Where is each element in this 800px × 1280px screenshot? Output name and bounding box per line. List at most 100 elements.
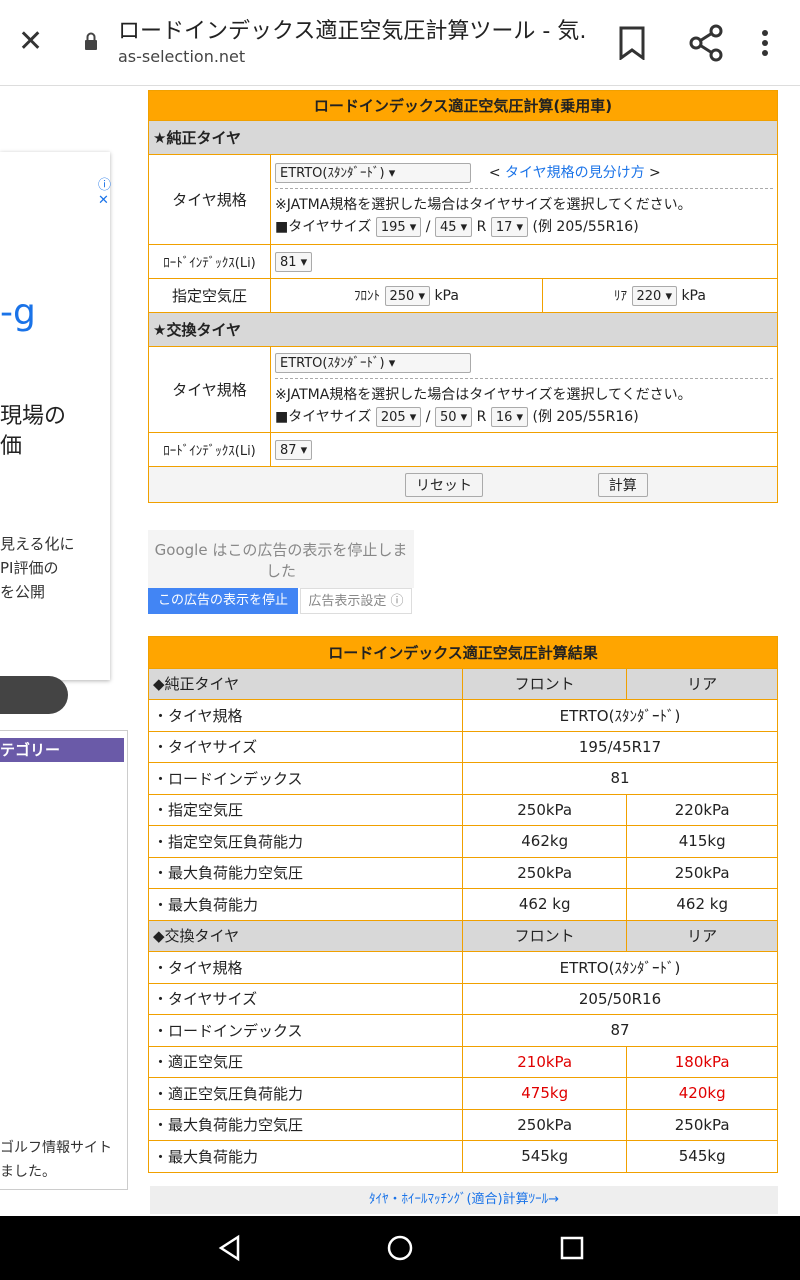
stock-tire-spec-label: タイヤ規格 [148, 154, 271, 245]
sidebar-category-box [0, 730, 128, 1190]
category-heading: テゴリー [0, 738, 124, 762]
result-row-label: ・タイヤサイズ [148, 982, 463, 1015]
calculate-button[interactable]: 計算 [597, 472, 648, 497]
result-row-value: 205/50R16 [462, 982, 778, 1015]
share-icon[interactable] [688, 24, 724, 62]
result-row-value: 81 [462, 762, 778, 795]
stock-width-select[interactable]: 195 [375, 217, 422, 237]
result-row: ・最大負荷能力 462 kg 462 kg [148, 888, 778, 921]
guide-bracket-close: > [644, 165, 661, 181]
r-label: R [476, 408, 487, 425]
result-row: ・ロードインデックス 87 [148, 1014, 778, 1047]
jatma-note: ※JATMA規格を選択した場合はタイヤサイズを選択してください。 [275, 197, 692, 213]
result-row-value: ETRTO(ｽﾀﾝﾀﾞｰﾄﾞ) [462, 951, 778, 984]
result-row: ・タイヤサイズ 205/50R16 [148, 982, 778, 1015]
result-table: ロードインデックス適正空気圧計算結果 ◆純正タイヤ フロント リア ・タイヤ規格… [148, 636, 780, 1173]
close-icon[interactable]: ✕ [18, 26, 43, 58]
result-row-label: ・最大負荷能力 [148, 888, 463, 921]
more-options-icon[interactable] [760, 26, 770, 60]
replace-width-select[interactable]: 205 [375, 406, 422, 427]
result-front-header: フロント [461, 919, 628, 952]
result-front-value: 475kg [461, 1077, 628, 1110]
result-title: ロードインデックス適正空気圧計算結果 [148, 636, 778, 669]
back-icon[interactable] [216, 1234, 244, 1262]
front-pressure-select[interactable]: 250 [384, 286, 430, 306]
replace-tire-header: ★交換タイヤ [148, 312, 778, 347]
page-title: ロードインデックス適正空気圧計算ツール - 気… [118, 19, 588, 44]
reset-button[interactable]: リセット [405, 472, 483, 497]
result-row-label: ・タイヤ規格 [148, 699, 463, 732]
stock-tire-header: ★純正タイヤ [148, 120, 778, 155]
result-row: ・タイヤ規格 ETRTO(ｽﾀﾝﾀﾞｰﾄﾞ) [148, 699, 778, 732]
slash: / [425, 408, 431, 425]
replace-li-label: ﾛｰﾄﾞｲﾝﾃﾞｯｸｽ(Li) [148, 432, 271, 467]
tire-spec-guide-link[interactable]: タイヤ規格の見分け方 [505, 165, 645, 181]
replace-li-select[interactable]: 87 [275, 439, 313, 460]
result-stock-header: ◆純正タイヤ [148, 667, 463, 700]
rear-pressure-select[interactable]: 220 [631, 286, 677, 306]
result-row-value: ETRTO(ｽﾀﾝﾀﾞｰﾄﾞ) [462, 699, 778, 732]
ad-logo-text: -g [0, 292, 36, 333]
wheel-matching-link[interactable]: ﾀｲﾔ・ﾎｲｰﾙﾏｯﾁﾝｸﾞ(適合)計算ﾂｰﾙ→ [150, 1186, 778, 1214]
result-row: ・最大負荷能力空気圧 250kPa 250kPa [148, 856, 778, 889]
replace-spec-select[interactable]: ETRTO(ｽﾀﾝﾀﾞｰﾄﾞ) [275, 352, 471, 373]
result-row: ・タイヤサイズ 195/45R17 [148, 730, 778, 763]
android-nav-bar [0, 1216, 800, 1280]
result-row-label: ・適正空気圧負荷能力 [148, 1077, 463, 1110]
stock-li-label: ﾛｰﾄﾞｲﾝﾃﾞｯｸｽ(Li) [148, 244, 271, 279]
front-label: ﾌﾛﾝﾄ [354, 289, 381, 304]
bookmark-icon[interactable] [618, 26, 646, 60]
result-replace-header: ◆交換タイヤ [148, 919, 463, 952]
ad-headline: 現場の 価 [0, 404, 67, 459]
result-front-value: 250kPa [461, 856, 628, 889]
result-row-label: ・適正空気圧 [148, 1045, 463, 1078]
result-row-label: ・指定空気圧 [148, 793, 463, 826]
recents-icon[interactable] [558, 1234, 586, 1262]
result-front-value: 210kPa [461, 1045, 628, 1078]
size-example: (例 205/55R16) [532, 408, 639, 425]
sidebar-ad[interactable]: ⓘ ✕ -g 現場の 価 見える化に PI評価の を公開 [0, 152, 111, 714]
kpa-unit: kPa [681, 288, 706, 304]
stock-rim-select[interactable]: 17 [490, 217, 529, 237]
kpa-unit: kPa [434, 288, 459, 304]
result-row-label: ・指定空気圧負荷能力 [148, 825, 463, 858]
result-row-label: ・最大負荷能力 [148, 1140, 463, 1173]
result-front-value: 462kg [461, 825, 628, 858]
guide-bracket-open: < [488, 165, 505, 181]
result-rear-header: リア [626, 919, 778, 952]
ad-info-close-icon[interactable]: ⓘ ✕ [98, 174, 111, 208]
result-rear-value: 420kg [626, 1077, 778, 1110]
home-icon[interactable] [386, 1234, 414, 1262]
stock-spec-select[interactable]: ETRTO(ｽﾀﾝﾀﾞｰﾄﾞ) [275, 163, 471, 183]
replace-aspect-select[interactable]: 50 [434, 406, 473, 427]
rear-label: ﾘｱ [614, 289, 628, 304]
ad-button[interactable] [0, 676, 68, 714]
result-front-header: フロント [461, 667, 628, 700]
ad-settings-button[interactable]: 広告表示設定 ⓘ [300, 588, 412, 614]
ad-stopped-notice: Google はこの広告の表示を停止しました この広告の表示を停止 広告表示設定… [148, 530, 414, 622]
stock-li-select[interactable]: 81 [275, 251, 313, 272]
size-example: (例 205/55R16) [532, 219, 639, 235]
result-front-value: 462 kg [461, 888, 628, 921]
browser-toolbar: ✕ ロードインデックス適正空気圧計算ツール - 気… as-selection.… [0, 0, 800, 86]
ad-body: 見える化に PI評価の を公開 [0, 535, 75, 601]
result-rear-value: 180kPa [626, 1045, 778, 1078]
result-row: ・最大負荷能力 545kg 545kg [148, 1140, 778, 1173]
lock-icon [85, 32, 97, 50]
result-front-value: 250kPa [461, 1108, 628, 1141]
stop-ad-button[interactable]: この広告の表示を停止 [148, 588, 298, 614]
sidebar-text: ゴルフ情報サイト ました。 [0, 1140, 112, 1180]
result-front-value: 250kPa [461, 793, 628, 826]
result-rear-value: 545kg [626, 1140, 778, 1173]
form-title: ロードインデックス適正空気圧計算(乗用車) [148, 90, 778, 121]
replace-rim-select[interactable]: 16 [490, 406, 529, 427]
result-rear-value: 415kg [626, 825, 778, 858]
result-rear-header: リア [626, 667, 778, 700]
stock-aspect-select[interactable]: 45 [434, 217, 473, 237]
result-row-label: ・タイヤサイズ [148, 730, 463, 763]
result-row: ・指定空気圧負荷能力 462kg 415kg [148, 825, 778, 858]
slash: / [425, 219, 431, 235]
calculator-form: ロードインデックス適正空気圧計算(乗用車) ★純正タイヤ タイヤ規格 ETRTO… [148, 90, 780, 503]
result-row: ・最大負荷能力空気圧 250kPa 250kPa [148, 1108, 778, 1141]
result-row: ・ロードインデックス 81 [148, 762, 778, 795]
